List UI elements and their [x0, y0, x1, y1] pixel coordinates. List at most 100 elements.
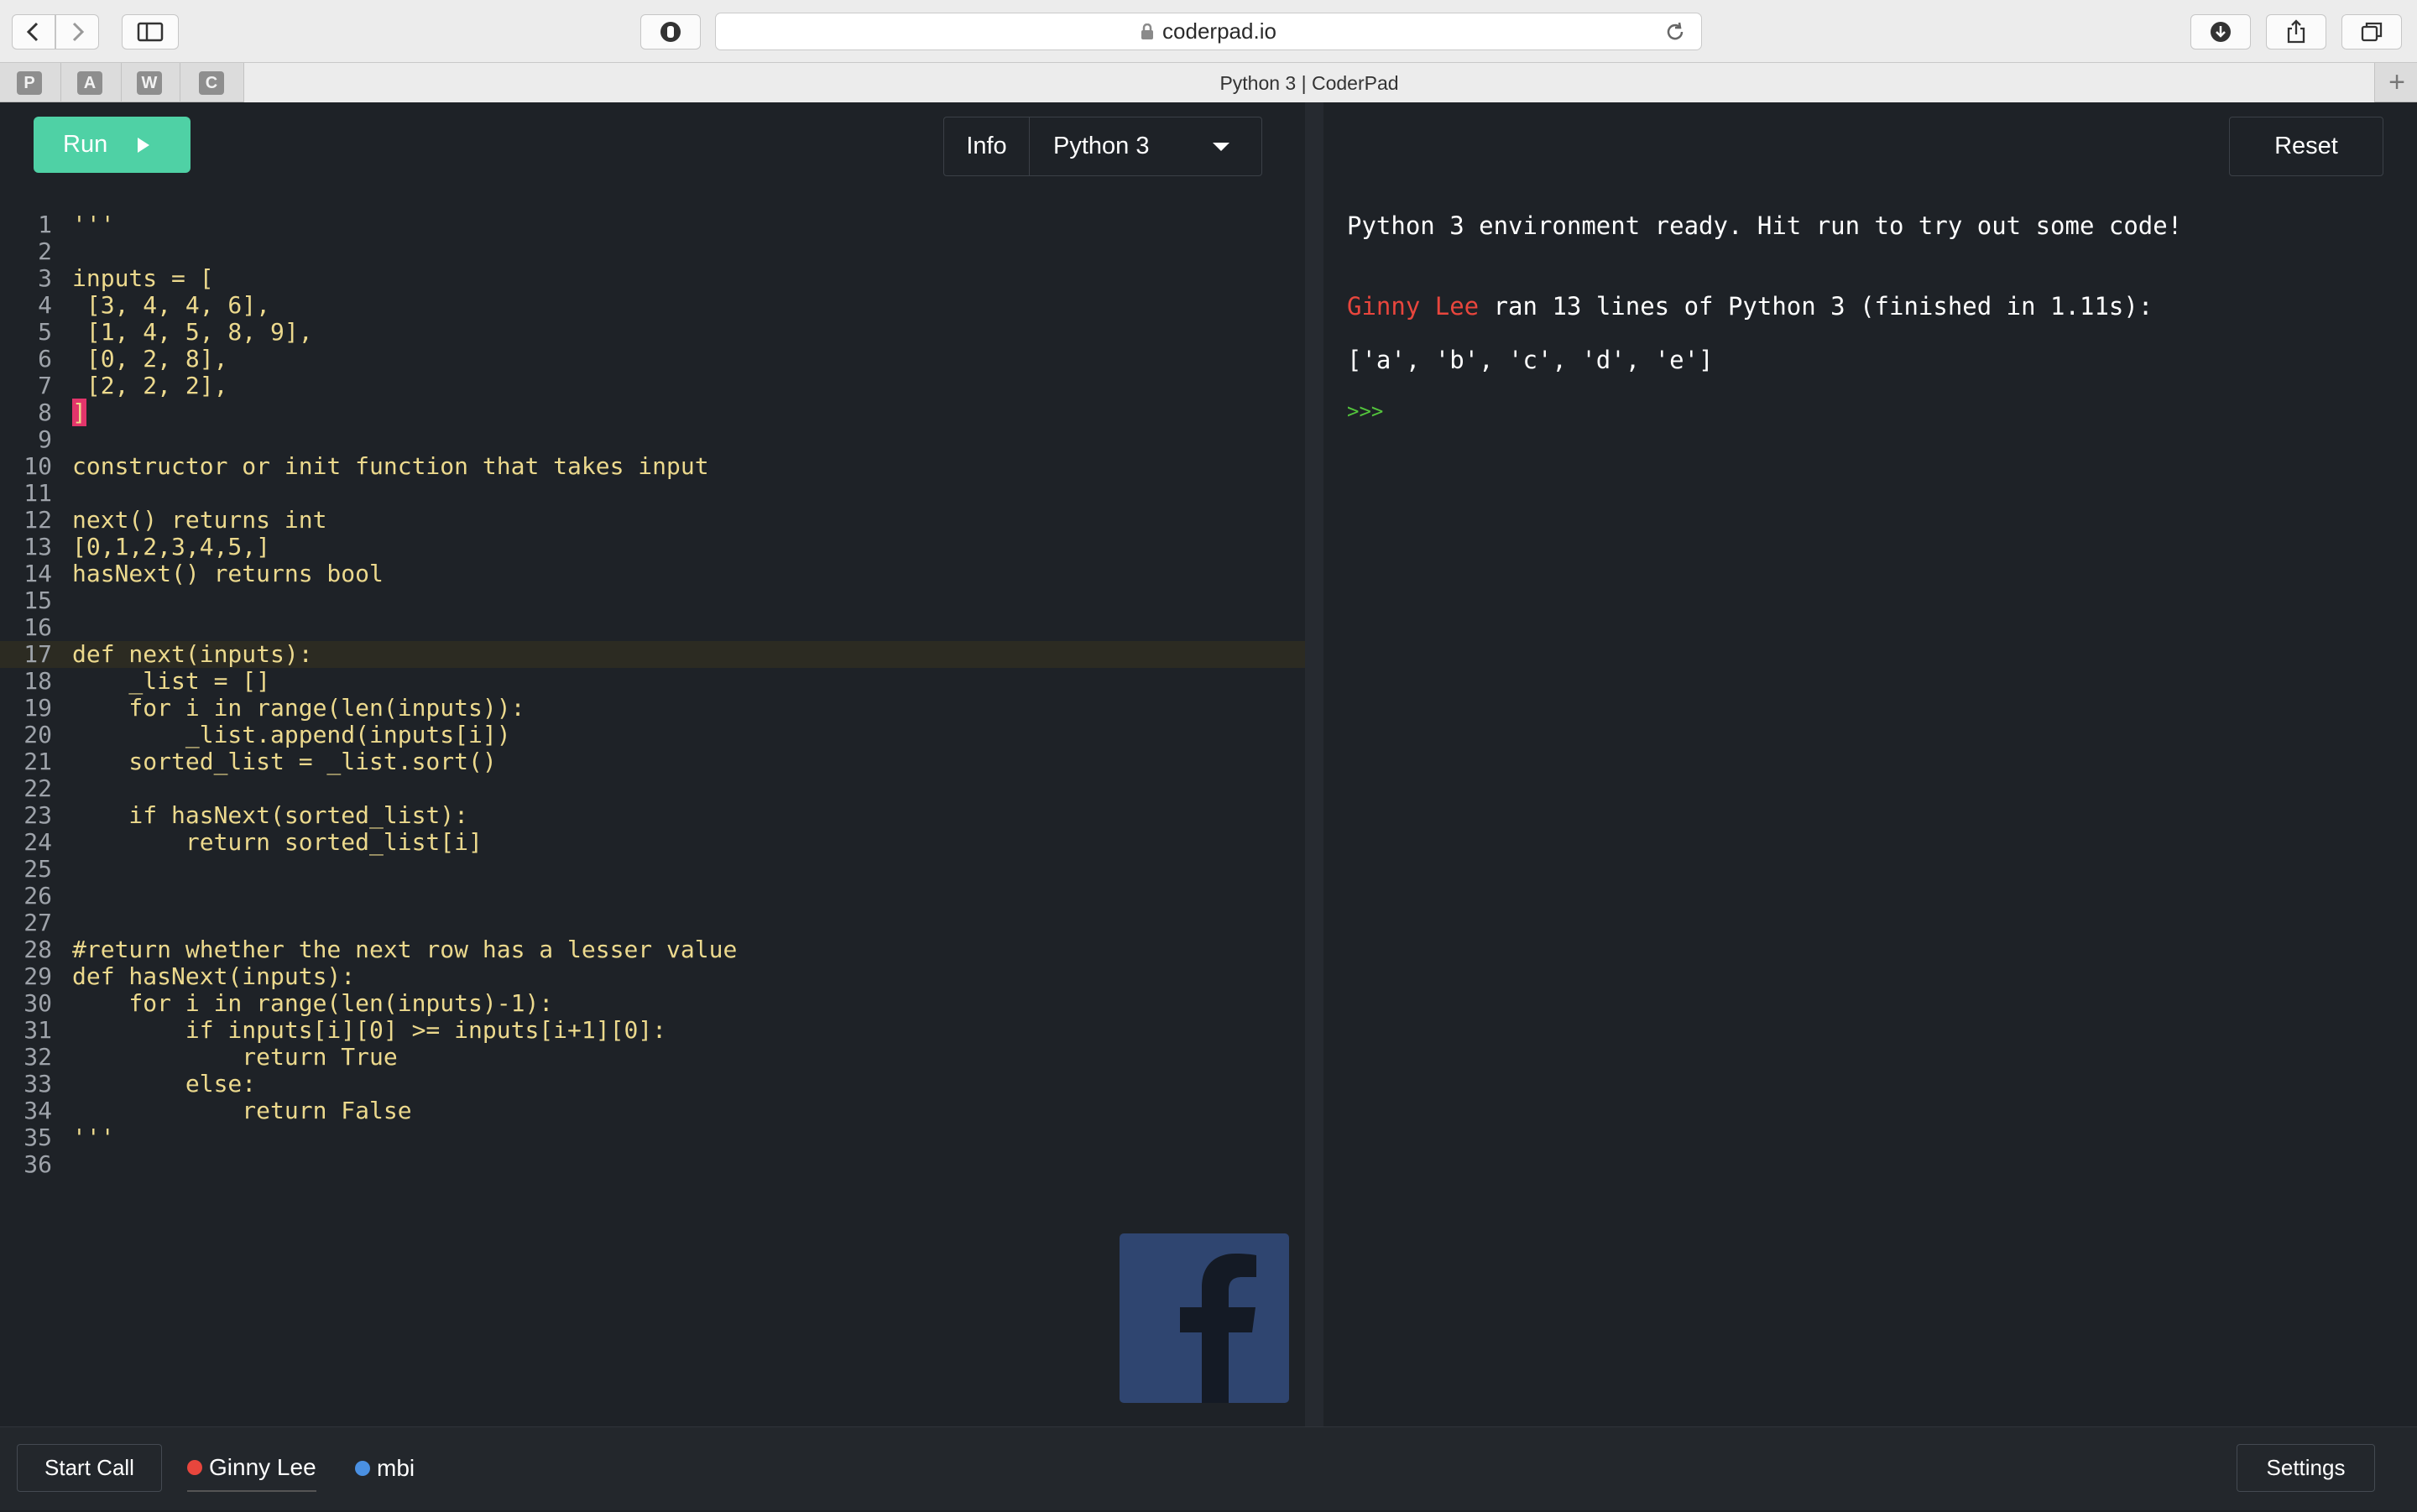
code-line[interactable]: 7 [2, 2, 2], — [0, 373, 1305, 399]
participant-mbi[interactable]: mbi — [355, 1444, 415, 1492]
code-line[interactable]: 13 [0,1,2,3,4,5,] — [0, 534, 1305, 560]
line-number: 19 — [23, 694, 52, 722]
code-line[interactable]: 34 return False — [0, 1098, 1305, 1124]
share-icon — [2287, 19, 2305, 44]
code-line[interactable]: 35 ''' — [0, 1124, 1305, 1151]
line-number: 35 — [23, 1124, 52, 1151]
language-select[interactable]: Python 3 — [1030, 117, 1261, 175]
line-number: 7 — [38, 372, 52, 399]
footer-bar: Start Call Ginny Lee mbi Settings — [0, 1426, 2417, 1510]
code-text: for i in range(len(inputs)): — [72, 694, 525, 722]
code-line[interactable]: 32 return True — [0, 1044, 1305, 1071]
code-text: else: — [72, 1070, 257, 1098]
new-tab-button[interactable]: + — [2388, 68, 2405, 96]
line-number: 25 — [23, 855, 52, 883]
reset-button[interactable]: Reset — [2229, 117, 2383, 176]
code-text: [3, 4, 4, 6], — [72, 291, 271, 319]
console-prompt[interactable]: >>> — [1347, 399, 1383, 423]
tab-active[interactable]: Python 3 | CoderPad — [243, 63, 2375, 103]
console-panel: Reset Python 3 environment ready. Hit ru… — [1323, 102, 2417, 1426]
line-number: 9 — [38, 425, 52, 453]
line-number: 21 — [23, 748, 52, 775]
line-number: 16 — [23, 613, 52, 641]
favorite-c[interactable]: C — [199, 71, 224, 95]
code-line[interactable]: 14 hasNext() returns bool — [0, 560, 1305, 587]
code-text: [0, 2, 8], — [72, 345, 228, 373]
line-number: 22 — [23, 774, 52, 802]
code-text: ] — [72, 399, 86, 426]
tabs-overview-button[interactable] — [2341, 14, 2402, 50]
code-line[interactable]: 6 [0, 2, 8], — [0, 346, 1305, 373]
console-ready-message: Python 3 environment ready. Hit run to t… — [1347, 211, 2183, 240]
code-line[interactable]: 1 ''' — [0, 211, 1305, 238]
line-number: 2 — [38, 237, 52, 265]
line-number: 12 — [23, 506, 52, 534]
address-bar[interactable]: coderpad.io — [715, 13, 1702, 50]
line-number: 33 — [23, 1070, 52, 1098]
privacy-extension-button[interactable] — [640, 14, 701, 50]
tab-title: Python 3 | CoderPad — [1219, 71, 1399, 94]
code-line[interactable]: 12 next() returns int — [0, 507, 1305, 534]
code-line[interactable]: 21 sorted_list = _list.sort() — [0, 748, 1305, 775]
code-text: next() returns int — [72, 506, 327, 534]
code-line[interactable]: 24 return sorted_list[i] — [0, 829, 1305, 856]
presence-dot — [187, 1459, 202, 1475]
share-button[interactable] — [2266, 14, 2326, 50]
pane-divider[interactable] — [1305, 102, 1323, 1426]
code-line[interactable]: 31 if inputs[i][0] >= inputs[i+1][0]: — [0, 1017, 1305, 1044]
run-button[interactable]: Run — [34, 117, 191, 173]
code-line[interactable]: 19 for i in range(len(inputs)): — [0, 695, 1305, 722]
reload-icon[interactable] — [1664, 21, 1686, 49]
lock-icon — [1141, 23, 1154, 40]
code-line[interactable]: 36 — [0, 1151, 1305, 1178]
code-line[interactable]: 9 — [0, 426, 1305, 453]
facebook-logo-icon — [1120, 1233, 1289, 1403]
code-line[interactable]: 11 — [0, 480, 1305, 507]
code-line[interactable]: 4 [3, 4, 4, 6], — [0, 292, 1305, 319]
line-number: 30 — [23, 989, 52, 1017]
favorite-p[interactable]: P — [17, 71, 42, 95]
code-line[interactable]: 23 if hasNext(sorted_list): — [0, 802, 1305, 829]
sidebar-toggle-button[interactable] — [122, 14, 179, 50]
code-line[interactable]: 28 #return whether the next row has a les… — [0, 936, 1305, 963]
code-line[interactable]: 3 inputs = [ — [0, 265, 1305, 292]
start-call-button[interactable]: Start Call — [17, 1444, 162, 1492]
line-number: 17 — [23, 640, 52, 668]
code-line[interactable]: 5 [1, 4, 5, 8, 9], — [0, 319, 1305, 346]
code-editor[interactable]: 1 ''' 2 3 inputs = [4 [3, 4, 4, 6], 5 [1, 4, … — [0, 195, 1305, 1512]
back-button[interactable] — [12, 14, 55, 50]
code-line[interactable]: 26 — [0, 883, 1305, 910]
code-line[interactable]: 27 — [0, 910, 1305, 936]
code-line[interactable]: 33 else: — [0, 1071, 1305, 1098]
downloads-button[interactable] — [2190, 14, 2251, 50]
code-line[interactable]: 30 for i in range(len(inputs)-1): — [0, 990, 1305, 1017]
code-text: constructor or init function that takes … — [72, 452, 709, 480]
text-cursor: ] — [72, 399, 86, 426]
code-line[interactable]: 22 — [0, 775, 1305, 802]
code-line[interactable]: 16 — [0, 614, 1305, 641]
code-line[interactable]: 29 def hasNext(inputs): — [0, 963, 1305, 990]
favorite-a[interactable]: A — [77, 71, 102, 95]
info-button[interactable]: Info — [944, 117, 1030, 175]
participant-ginny-lee[interactable]: Ginny Lee — [187, 1444, 316, 1492]
forward-button[interactable] — [55, 14, 99, 50]
code-line[interactable]: 2 — [0, 238, 1305, 265]
code-line[interactable]: 18 _list = [] — [0, 668, 1305, 695]
code-line[interactable]: 8] — [0, 399, 1305, 426]
settings-button[interactable]: Settings — [2237, 1444, 2375, 1492]
line-number: 34 — [23, 1097, 52, 1124]
code-line[interactable]: 25 — [0, 856, 1305, 883]
console-output: ['a', 'b', 'c', 'd', 'e'] — [1347, 346, 1714, 374]
line-number: 18 — [23, 667, 52, 695]
line-number: 36 — [23, 1150, 52, 1178]
coderpad-app: Run Info Python 3 1 ''' 2 3 inputs = [4 [3, … — [0, 102, 2417, 1510]
code-line[interactable]: 15 — [0, 587, 1305, 614]
code-line[interactable]: 10 constructor or init function that take… — [0, 453, 1305, 480]
favorite-w[interactable]: W — [137, 71, 162, 95]
code-text: _list.append(inputs[i]) — [72, 721, 511, 748]
code-line[interactable]: 17 def next(inputs): — [0, 641, 1305, 668]
code-text: _list = [] — [72, 667, 271, 695]
code-line[interactable]: 20 _list.append(inputs[i]) — [0, 722, 1305, 748]
tab-bar: P A W C Python 3 | CoderPad + — [0, 62, 2417, 103]
code-text: #return whether the next row has a lesse… — [72, 936, 738, 963]
